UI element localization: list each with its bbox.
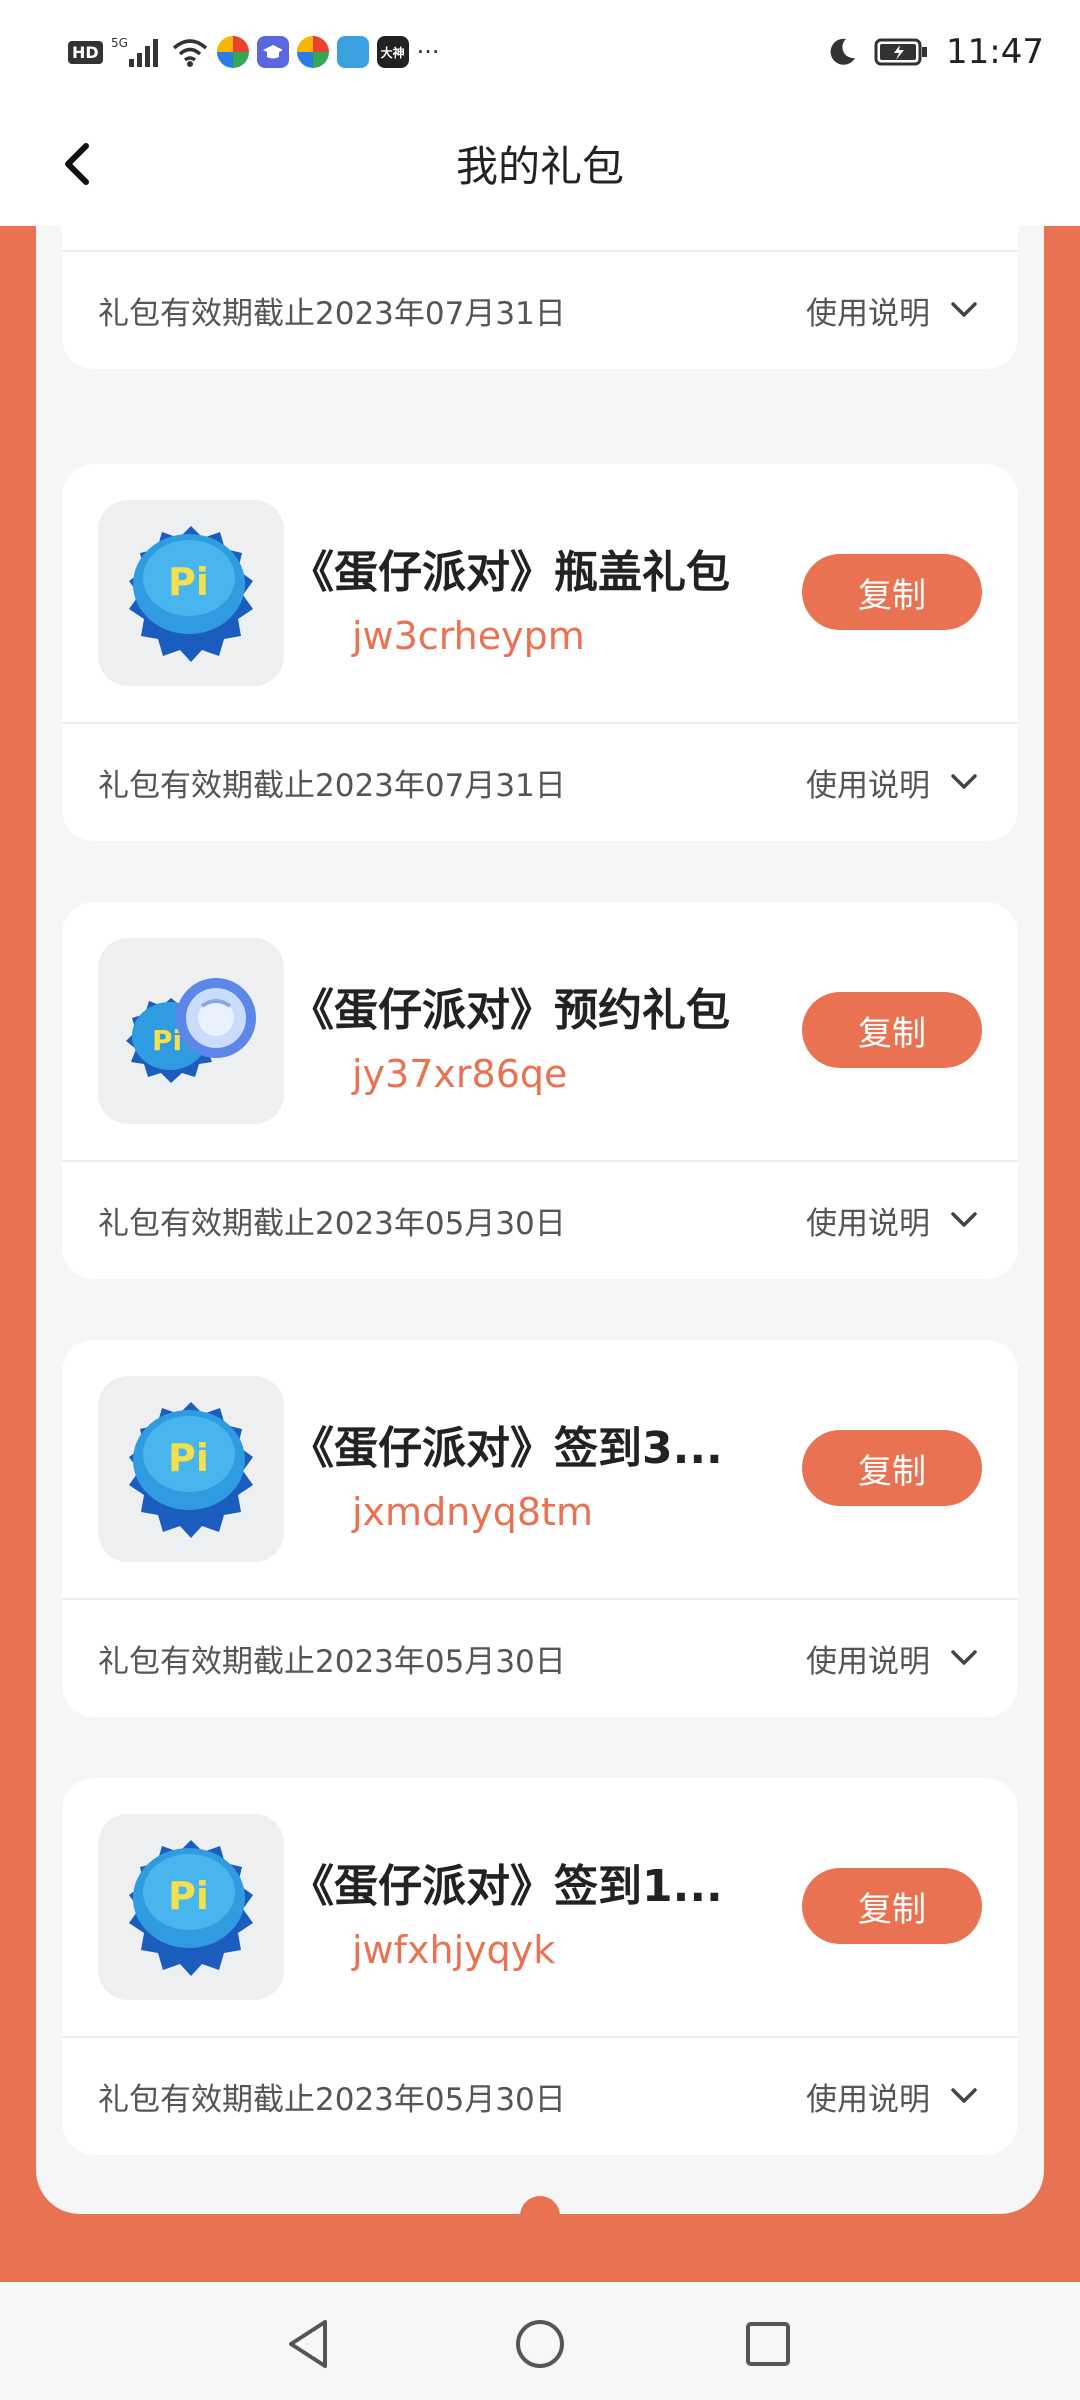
status-right: 11:47 <box>826 24 1044 80</box>
app-icon-3 <box>296 36 329 68</box>
nav-home-button[interactable] <box>500 2304 580 2384</box>
scroll-indicator-dot <box>520 2196 560 2236</box>
usage-instructions-button[interactable]: 使用说明 <box>806 252 930 369</box>
expiry-text: 礼包有效期截止2023年05月30日 <box>98 2082 566 2118</box>
gift-thumbnail: Pi <box>98 500 284 686</box>
back-button[interactable] <box>38 124 118 204</box>
gift-code: jy37xr86qe <box>352 1052 568 1096</box>
battery-icon <box>874 37 930 67</box>
gift-card: Pi 《蛋仔派对》预约礼包 jy37xr86qe 复制 礼包有效期截止2023年… <box>62 902 1018 1279</box>
svg-text:Pi: Pi <box>168 560 209 604</box>
bottle-cap-icon: Pi <box>129 1840 253 1976</box>
usage-instructions-button[interactable]: 使用说明 <box>806 1162 930 1279</box>
chevron-down-icon[interactable] <box>946 2078 982 2114</box>
system-nav-bar <box>0 2282 1080 2400</box>
copy-button[interactable]: 复制 <box>802 992 982 1068</box>
triangle-back-icon <box>289 2320 327 2368</box>
gift-card-partial: 礼包有效期截止2023年07月31日 使用说明 <box>62 226 1018 369</box>
gift-card: Pi 《蛋仔派对》签到3... jxmdnyq8tm 复制 礼包有效期截止202… <box>62 1340 1018 1717</box>
moon-icon <box>826 36 858 68</box>
page-title: 我的礼包 <box>455 141 624 191</box>
gift-name: 《蛋仔派对》签到3... <box>290 1423 723 1474</box>
bottle-cap-icon: Pi <box>129 526 253 662</box>
header: 我的礼包 <box>0 100 1080 226</box>
copy-button[interactable]: 复制 <box>802 1430 982 1506</box>
circle-home-icon <box>516 2320 564 2368</box>
clock: 11:47 <box>946 32 1044 72</box>
hd-icon: HD <box>68 40 103 64</box>
nav-recents-button[interactable] <box>728 2304 808 2384</box>
chevron-down-icon[interactable] <box>946 1640 982 1676</box>
bottle-cap-icon: Pi <box>126 978 256 1083</box>
gift-thumbnail: Pi <box>98 1814 284 2000</box>
app-icon-4 <box>336 36 369 68</box>
gift-name: 《蛋仔派对》瓶盖礼包 <box>290 547 730 598</box>
app-icon-5: 大神 <box>376 36 409 68</box>
svg-text:Pi: Pi <box>168 1874 209 1918</box>
copy-button[interactable]: 复制 <box>802 554 982 630</box>
svg-text:Pi: Pi <box>168 1436 209 1480</box>
gift-card: Pi 《蛋仔派对》签到1... jwfxhjyqyk 复制 礼包有效期截止202… <box>62 1778 1018 2155</box>
usage-instructions-button[interactable]: 使用说明 <box>806 2038 930 2155</box>
chevron-down-icon[interactable] <box>946 1202 982 1238</box>
usage-instructions-button[interactable]: 使用说明 <box>806 724 930 841</box>
expiry-text: 礼包有效期截止2023年07月31日 <box>98 768 566 804</box>
gift-code: jxmdnyq8tm <box>352 1490 593 1534</box>
chevron-down-icon[interactable] <box>946 292 982 328</box>
expiry-text: 礼包有效期截止2023年07月31日 <box>98 296 566 332</box>
status-bar: HD 5G 大神 ··· 11:47 <box>0 0 1080 100</box>
wifi-icon <box>171 36 209 68</box>
expiry-text: 礼包有效期截止2023年05月30日 <box>98 1206 566 1242</box>
chevron-down-icon[interactable] <box>946 764 982 800</box>
gift-name: 《蛋仔派对》签到1... <box>290 1861 723 1912</box>
bottle-cap-icon: Pi <box>129 1402 253 1538</box>
square-recents-icon <box>746 2322 790 2366</box>
gift-code: jw3crheypm <box>352 614 585 658</box>
back-icon <box>65 143 89 185</box>
gift-list-panel[interactable]: 礼包有效期截止2023年07月31日 使用说明 Pi 《蛋仔派对》瓶盖礼包 jw… <box>36 226 1044 2214</box>
expiry-text: 礼包有效期截止2023年05月30日 <box>98 1644 566 1680</box>
svg-text:5G: 5G <box>111 36 128 50</box>
gift-code: jwfxhjyqyk <box>352 1928 556 1972</box>
signal-icon: 5G <box>111 35 163 69</box>
copy-button[interactable]: 复制 <box>802 1868 982 1944</box>
usage-instructions-button[interactable]: 使用说明 <box>806 1600 930 1717</box>
nav-back-button[interactable] <box>268 2304 348 2384</box>
app-icon-2 <box>256 36 289 68</box>
more-icon: ··· <box>416 38 440 66</box>
gift-card: Pi 《蛋仔派对》瓶盖礼包 jw3crheypm 复制 礼包有效期截止2023年… <box>62 464 1018 841</box>
status-left: HD 5G 大神 ··· <box>68 30 440 74</box>
app-icon-1 <box>216 36 249 68</box>
gift-thumbnail: Pi <box>98 1376 284 1562</box>
gift-name: 《蛋仔派对》预约礼包 <box>290 985 730 1036</box>
gift-thumbnail: Pi <box>98 938 284 1124</box>
